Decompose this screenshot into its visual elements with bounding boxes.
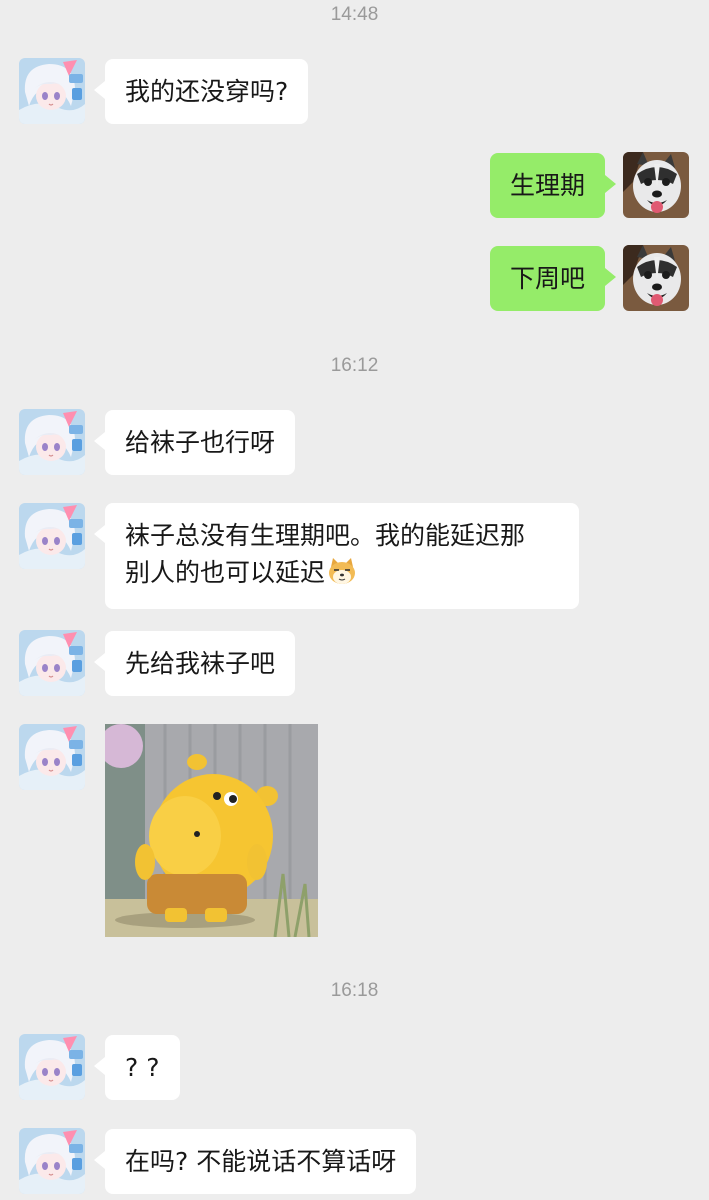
anime-girl-avatar-icon — [19, 1034, 85, 1100]
timestamp: 16:18 — [330, 980, 379, 1001]
anime-girl-avatar-icon — [19, 503, 85, 569]
yellow-hippo-sticker[interactable] — [105, 724, 318, 937]
outgoing-message-bubble[interactable]: 下周吧 — [489, 246, 617, 311]
yellow-hippo-sticker-icon — [105, 724, 318, 937]
timestamp: 14:48 — [330, 4, 379, 25]
incoming-message-bubble[interactable]: 袜子总没有生理期吧。我的能延迟那 别人的也可以延迟 — [94, 503, 579, 609]
incoming-message-bubble[interactable]: ? ? — [94, 1035, 180, 1100]
message-text: 下周吧 — [509, 264, 585, 293]
husky-dog-avatar-icon — [623, 152, 689, 218]
husky-dog-avatar-icon — [623, 245, 689, 311]
anime-girl-avatar-icon — [19, 409, 85, 475]
doge-emoji-icon — [327, 557, 357, 595]
timestamp: 16:12 — [330, 355, 379, 376]
message-text: 我的还没穿吗? — [125, 77, 289, 106]
anime-girl-avatar-icon — [19, 724, 85, 790]
contact-avatar[interactable] — [19, 503, 85, 569]
self-avatar[interactable] — [623, 152, 689, 218]
incoming-message-bubble[interactable]: 先给我袜子吧 — [93, 631, 296, 696]
incoming-message-bubble[interactable]: 给袜子也行呀 — [93, 410, 296, 475]
message-text: 给袜子也行呀 — [125, 428, 276, 457]
incoming-message-bubble[interactable]: 在吗? 不能说话不算话呀 — [93, 1129, 417, 1194]
message-text-line: 别人的也可以延迟 — [125, 558, 326, 587]
anime-girl-avatar-icon — [19, 630, 85, 696]
contact-avatar[interactable] — [19, 1128, 85, 1194]
message-text-line: 袜子总没有生理期吧。我的能延迟那 — [125, 521, 526, 550]
contact-avatar[interactable] — [19, 409, 85, 475]
message-text: 生理期 — [509, 171, 585, 200]
contact-avatar[interactable] — [19, 630, 85, 696]
contact-avatar[interactable] — [19, 58, 85, 124]
incoming-message-bubble[interactable]: 我的还没穿吗? — [93, 59, 309, 124]
self-avatar[interactable] — [623, 245, 689, 311]
message-text: ? ? — [125, 1053, 160, 1082]
contact-avatar[interactable] — [19, 1034, 85, 1100]
outgoing-message-bubble[interactable]: 生理期 — [489, 153, 617, 218]
message-text: 在吗? 不能说话不算话呀 — [125, 1147, 397, 1176]
anime-girl-avatar-icon — [19, 58, 85, 124]
anime-girl-avatar-icon — [19, 1128, 85, 1194]
message-text: 先给我袜子吧 — [125, 649, 276, 678]
contact-avatar[interactable] — [19, 724, 85, 790]
